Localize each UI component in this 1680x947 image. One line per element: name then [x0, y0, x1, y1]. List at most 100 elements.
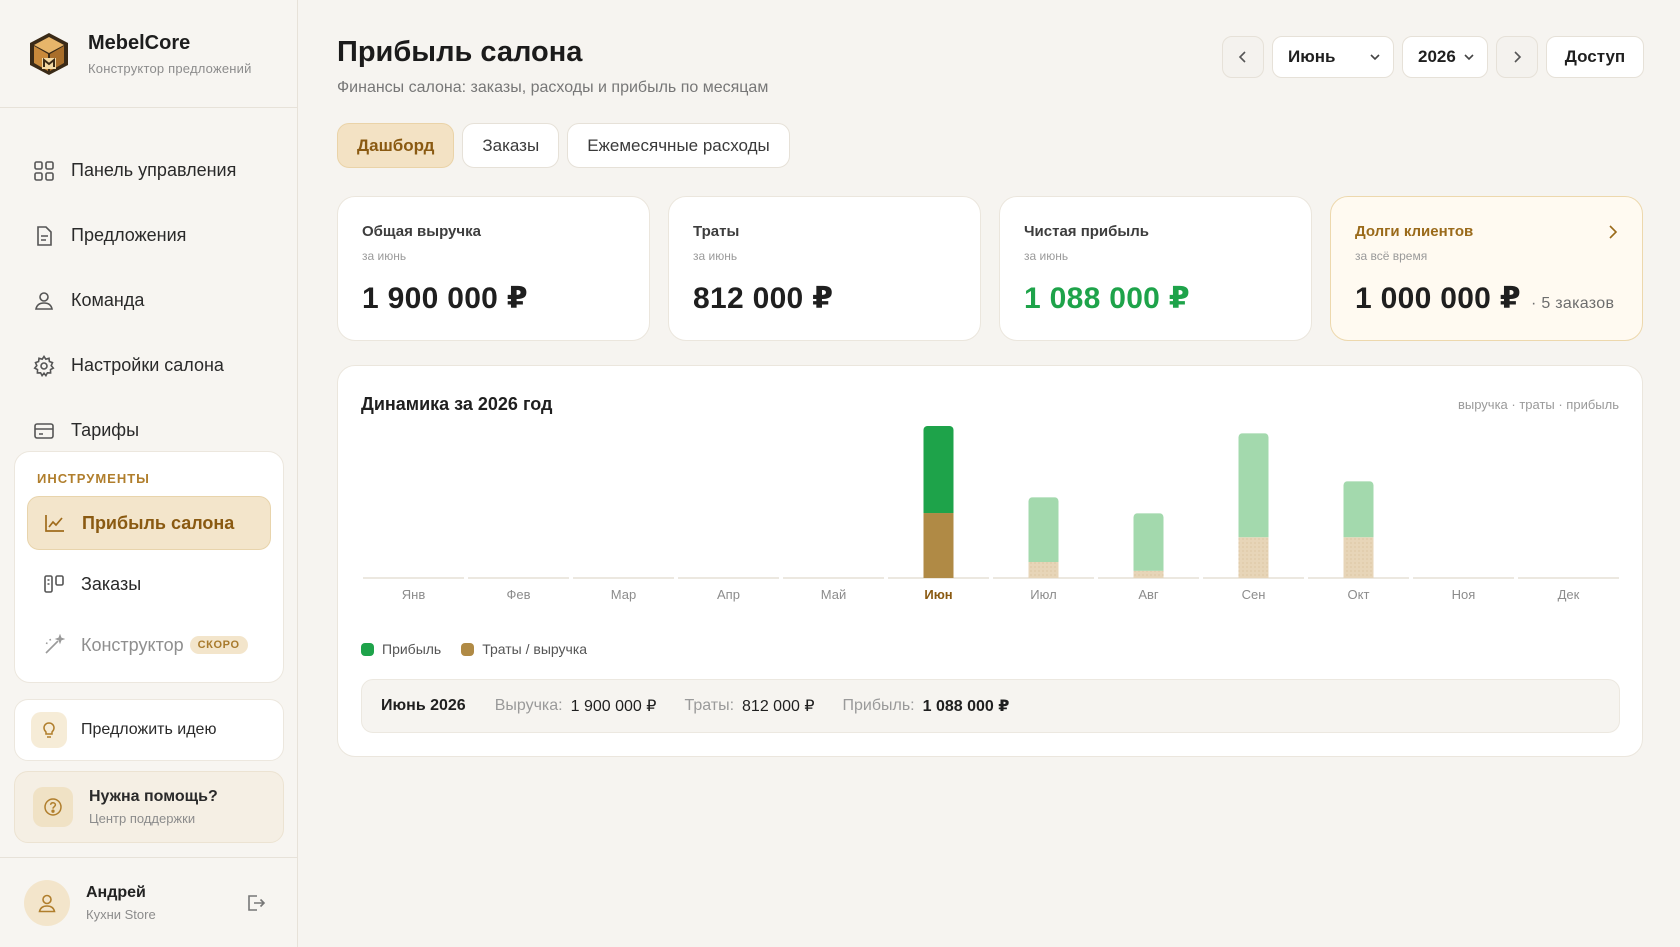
x-tick-label[interactable]: Май — [821, 587, 846, 602]
logout-icon[interactable] — [244, 892, 266, 914]
month-select[interactable]: Июнь — [1272, 36, 1394, 78]
nav-item-offers[interactable]: Предложения — [0, 203, 297, 268]
x-tick-label[interactable]: Ноя — [1452, 587, 1476, 602]
main-content: Прибыль салона Финансы салона: заказы, р… — [298, 0, 1680, 947]
month-value: Июнь — [1288, 47, 1336, 66]
team-icon — [33, 290, 55, 312]
x-tick-label[interactable]: Янв — [402, 587, 426, 602]
nav-label: Настройки салона — [71, 355, 224, 375]
month-bar-Июл[interactable] — [1028, 497, 1059, 578]
month-bar-Июн[interactable] — [923, 426, 954, 578]
help-center-card[interactable]: Нужна помощь? Центр поддержки — [14, 771, 284, 843]
card-icon — [33, 420, 55, 442]
kpi-period: за июнь — [1024, 249, 1069, 263]
main-nav: Панель управления Предложения Команда На… — [0, 108, 297, 463]
bar-chart: Янв Фев Мар Апр Май Июн Июл Авг Сен Окт Ноя Дек — [363, 426, 1619, 602]
kpi-label: Общая выручка — [362, 223, 481, 240]
nav-label: Предложения — [71, 225, 187, 245]
summary-revenue-label: Выручка: — [494, 697, 563, 714]
year-value: 2026 — [1418, 47, 1456, 66]
help-title: Нужна помощь? — [89, 788, 218, 805]
x-tick-label[interactable]: Окт — [1348, 587, 1370, 602]
profit-bar-segment — [1238, 433, 1269, 538]
summary-spend-value: 812 000 ₽ — [742, 698, 815, 715]
profit-bar-segment — [1343, 481, 1374, 538]
next-month-button[interactable] — [1496, 36, 1538, 78]
user-org: Кухни Store — [86, 906, 156, 922]
sidebar: MebelCore Конструктор предложений Панель… — [0, 0, 298, 947]
month-bar-Сен[interactable] — [1238, 433, 1269, 578]
kpi-extra: · 5 заказов — [1530, 295, 1615, 312]
legend-item-profit: Прибыль — [361, 641, 441, 657]
legend-item-spend: Траты / выручка — [461, 641, 587, 657]
kpi-spend: Траты за июнь 812 000 ₽ — [668, 196, 981, 341]
question-icon — [33, 787, 73, 827]
tab-monthly-expenses[interactable]: Ежемесячные расходы — [567, 123, 790, 168]
tool-item-profit[interactable]: Прибыль салона — [27, 496, 271, 550]
legend-swatch — [461, 642, 475, 656]
brand-name: MebelCore — [88, 31, 191, 54]
spend-bar-segment — [1238, 537, 1269, 578]
spend-bar-segment — [923, 513, 954, 578]
user-profile[interactable]: Андрей Кухни Store — [0, 857, 298, 947]
nav-item-team[interactable]: Команда — [0, 268, 297, 333]
x-tick-label[interactable]: Июн — [924, 587, 952, 602]
dynamics-chart-card: Динамика за 2026 год выручка · траты · п… — [337, 365, 1643, 757]
kpi-value-row: 1 000 000 ₽ · 5 заказов — [1355, 281, 1642, 316]
tab-dashboard[interactable]: Дашборд — [337, 123, 455, 168]
nav-label: Тарифы — [71, 420, 140, 440]
profit-bar-segment — [1028, 497, 1059, 562]
brand-subtitle: Конструктор предложений — [88, 60, 252, 76]
help-subtitle: Центр поддержки — [89, 811, 196, 826]
x-tick-label[interactable]: Июл — [1030, 587, 1056, 602]
legend-label: Траты / выручка — [482, 641, 588, 657]
month-bar-Окт[interactable] — [1343, 481, 1374, 578]
page-title: Прибыль салона — [337, 36, 583, 68]
nav-item-salon-settings[interactable]: Настройки салона — [0, 333, 297, 398]
chevron-right-icon — [1609, 225, 1618, 239]
summary-spend-label: Траты: — [684, 697, 735, 714]
legend-label: Прибыль — [382, 641, 442, 657]
tool-label: Конструктор — [81, 634, 184, 655]
tool-item-orders[interactable]: Заказы — [27, 557, 271, 611]
kpi-label: Чистая прибыль — [1024, 223, 1149, 240]
tools-title: ИНСТРУМЕНТЫ — [37, 471, 150, 486]
x-tick-label[interactable]: Сен — [1242, 587, 1266, 602]
x-tick-label[interactable]: Апр — [717, 587, 740, 602]
kanban-icon — [43, 573, 65, 595]
month-bar-Авг[interactable] — [1133, 513, 1164, 578]
spend-bar-segment — [1133, 570, 1164, 578]
prev-month-button[interactable] — [1222, 36, 1264, 78]
x-tick-label[interactable]: Авг — [1138, 587, 1159, 602]
wand-icon — [43, 634, 65, 656]
summary-revenue-value: 1 900 000 ₽ — [570, 698, 657, 715]
brand[interactable]: MebelCore Конструктор предложений — [0, 0, 297, 108]
kpi-revenue: Общая выручка за июнь 1 900 000 ₽ — [337, 196, 650, 341]
kpi-label: Долги клиентов — [1355, 223, 1474, 240]
soon-badge: СКОРО — [189, 636, 248, 654]
kpi-period: за всё время — [1355, 249, 1428, 263]
period-controls: Июнь 2026 Доступ — [1222, 36, 1644, 78]
kpi-value: 812 000 ₽ — [693, 282, 834, 315]
spend-bar-segment — [1028, 562, 1059, 578]
tool-item-constructor[interactable]: Конструктор СКОРО — [27, 618, 271, 672]
logo-icon — [30, 32, 68, 75]
x-tick-label[interactable]: Фев — [506, 587, 530, 602]
kpi-client-debts[interactable]: Долги клиентов за всё время 1 000 000 ₽ … — [1330, 196, 1643, 341]
kpi-period: за июнь — [693, 249, 738, 263]
chevron-right-icon — [1514, 51, 1522, 63]
tool-label: Заказы — [81, 573, 142, 594]
access-button[interactable]: Доступ — [1546, 36, 1644, 78]
tab-orders[interactable]: Заказы — [462, 123, 560, 168]
x-tick-label[interactable]: Мар — [611, 587, 636, 602]
kpi-value: 1 900 000 ₽ — [362, 282, 528, 315]
kpi-net-profit: Чистая прибыль за июнь 1 088 000 ₽ — [999, 196, 1312, 341]
suggest-idea-button[interactable]: Предложить идею — [14, 699, 284, 761]
summary-profit-value: 1 088 000 ₽ — [922, 698, 1010, 715]
chevron-down-icon — [1464, 54, 1474, 61]
x-tick-label[interactable]: Дек — [1558, 587, 1580, 602]
spend-bar-segment — [1343, 537, 1374, 578]
year-select[interactable]: 2026 — [1402, 36, 1488, 78]
kpi-value: 1 088 000 ₽ — [1024, 282, 1190, 315]
nav-item-dashboard[interactable]: Панель управления — [0, 138, 297, 203]
